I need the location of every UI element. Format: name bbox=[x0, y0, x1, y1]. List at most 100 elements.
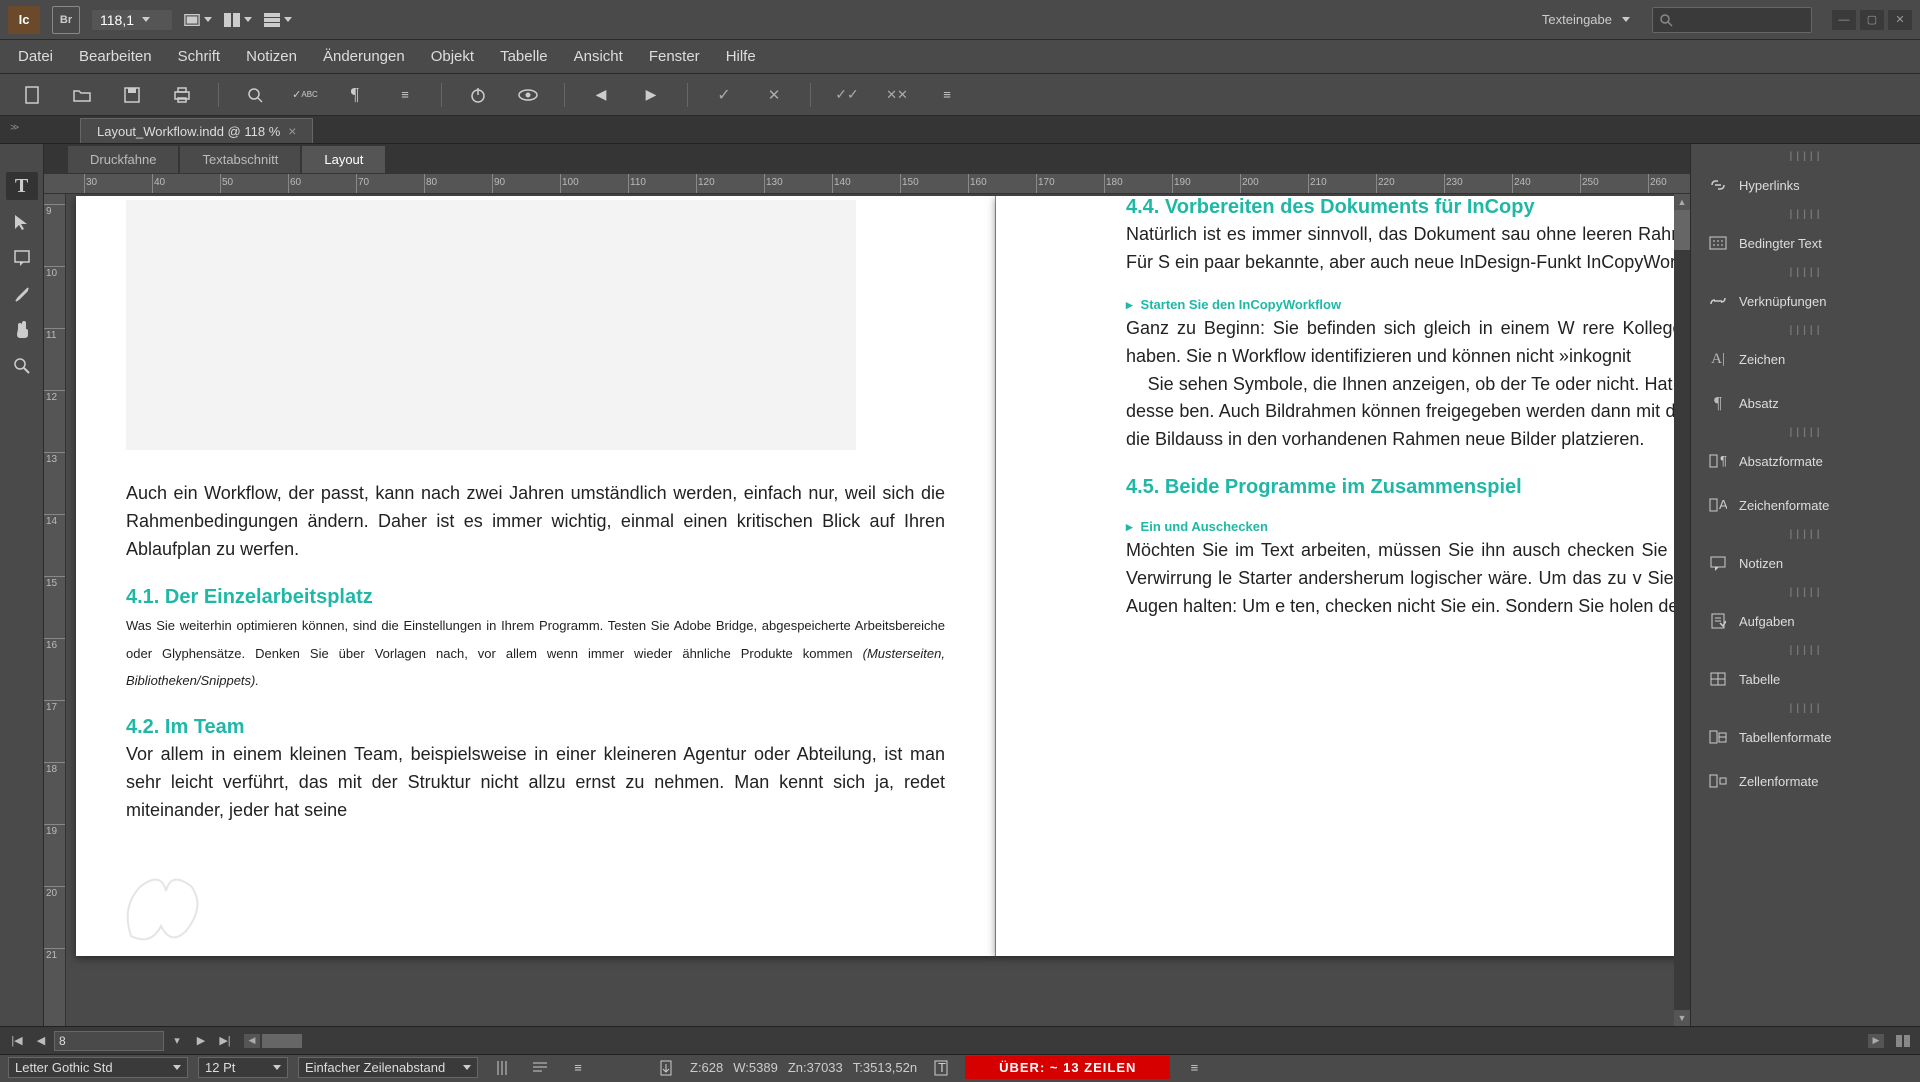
panel-grip-icon[interactable]: ┃┃┃┃┃ bbox=[1691, 588, 1920, 596]
page-number-input[interactable] bbox=[54, 1031, 164, 1051]
menu-schrift[interactable]: Schrift bbox=[166, 42, 233, 71]
panel-hyperlinks[interactable]: Hyperlinks bbox=[1691, 166, 1920, 204]
align-icon[interactable] bbox=[526, 1054, 554, 1082]
menu-hilfe[interactable]: Hilfe bbox=[714, 42, 768, 71]
menu-fenster[interactable]: Fenster bbox=[637, 42, 712, 71]
subheading[interactable]: ▸Ein und Auschecken bbox=[1126, 515, 1690, 537]
leading-select[interactable]: Einfacher Zeilenabstand bbox=[298, 1057, 478, 1078]
scroll-up-icon[interactable]: ▲ bbox=[1674, 194, 1690, 210]
body-text[interactable]: Ganz zu Beginn: Sie befinden sich gleich… bbox=[1126, 315, 1690, 371]
scrollbar-thumb[interactable] bbox=[262, 1034, 302, 1048]
close-button[interactable]: ✕ bbox=[1888, 10, 1912, 30]
heading-4-5[interactable]: 4.5. Beide Programme im Zusammenspiel bbox=[1126, 476, 1690, 499]
panel-character-styles[interactable]: AZeichenformate bbox=[1691, 486, 1920, 524]
body-text[interactable]: Vor allem in einem kleinen Team, beispie… bbox=[126, 741, 945, 825]
body-text[interactable]: Was Sie weiterhin optimieren können, sin… bbox=[126, 611, 945, 695]
panel-grip-icon[interactable]: ┃┃┃┃┃ bbox=[1691, 428, 1920, 436]
search-input[interactable] bbox=[1652, 7, 1812, 33]
panel-grip-icon[interactable]: ┃┃┃┃┃ bbox=[1691, 646, 1920, 654]
bridge-icon[interactable]: Br bbox=[52, 6, 80, 34]
minimize-button[interactable]: — bbox=[1832, 10, 1856, 30]
menu-tabelle[interactable]: Tabelle bbox=[488, 42, 560, 71]
scrollbar-thumb[interactable] bbox=[1674, 210, 1690, 250]
position-tool[interactable] bbox=[6, 208, 38, 236]
menu-ansicht[interactable]: Ansicht bbox=[562, 42, 635, 71]
hand-tool[interactable] bbox=[6, 316, 38, 344]
panel-grip-icon[interactable]: ┃┃┃┃┃ bbox=[1691, 268, 1920, 276]
panel-paragraph-styles[interactable]: ¶Absatzformate bbox=[1691, 442, 1920, 480]
new-icon[interactable] bbox=[18, 81, 46, 109]
page-dropdown-button[interactable]: ▾ bbox=[166, 1031, 188, 1051]
next-page-button[interactable]: ▶ bbox=[190, 1031, 212, 1051]
font-size-select[interactable]: 12 Pt bbox=[198, 1057, 288, 1078]
panel-grip-icon[interactable]: ≫ bbox=[10, 122, 19, 133]
menu-objekt[interactable]: Objekt bbox=[419, 42, 486, 71]
copyfit-icon[interactable] bbox=[652, 1054, 680, 1082]
note-tool[interactable] bbox=[6, 244, 38, 272]
zoom-level[interactable]: 118,1 bbox=[92, 10, 172, 30]
panel-grip-icon[interactable]: ┃┃┃┃┃ bbox=[1691, 704, 1920, 712]
prev-change-icon[interactable]: ◀ bbox=[587, 81, 615, 109]
spellcheck-icon[interactable]: ✓ABC bbox=[291, 81, 319, 109]
menu-bearbeiten[interactable]: Bearbeiten bbox=[67, 42, 164, 71]
menu-flyout-icon[interactable]: ≡ bbox=[933, 81, 961, 109]
save-icon[interactable] bbox=[118, 81, 146, 109]
fit-icon[interactable]: T bbox=[927, 1054, 955, 1082]
heading-4-1[interactable]: 4.1. Der Einzelarbeitsplatz bbox=[126, 586, 945, 609]
columns-icon[interactable] bbox=[488, 1054, 516, 1082]
scroll-down-icon[interactable]: ▼ bbox=[1674, 1010, 1690, 1026]
view-options-icon[interactable] bbox=[264, 6, 292, 34]
power-icon[interactable] bbox=[464, 81, 492, 109]
zoom-tool[interactable] bbox=[6, 352, 38, 380]
flyout-icon[interactable]: ≡ bbox=[564, 1054, 592, 1082]
eyedropper-tool[interactable] bbox=[6, 280, 38, 308]
scroll-right-icon[interactable]: ▶ bbox=[1868, 1034, 1884, 1048]
accept-change-icon[interactable]: ✓ bbox=[710, 81, 738, 109]
maximize-button[interactable]: ▢ bbox=[1860, 10, 1884, 30]
reject-change-icon[interactable]: ✕ bbox=[760, 81, 788, 109]
panel-links[interactable]: Verknüpfungen bbox=[1691, 282, 1920, 320]
body-text[interactable]: Möchten Sie im Text arbeiten, müssen Sie… bbox=[1126, 537, 1690, 621]
panel-grip-icon[interactable]: ┃┃┃┃┃ bbox=[1691, 530, 1920, 538]
print-icon[interactable] bbox=[168, 81, 196, 109]
body-text[interactable]: Sie sehen Symbole, die Ihnen anzeigen, o… bbox=[1126, 371, 1690, 455]
heading-4-2[interactable]: 4.2. Im Team bbox=[126, 716, 945, 739]
subheading[interactable]: ▸Starten Sie den InCopyWorkflow bbox=[1126, 293, 1690, 315]
vertical-scrollbar[interactable]: ▲ ▼ bbox=[1674, 194, 1690, 1026]
accept-all-icon[interactable]: ✓✓ bbox=[833, 81, 861, 109]
menu-flyout-icon[interactable]: ≡ bbox=[391, 81, 419, 109]
workspace-switcher[interactable]: Texteingabe bbox=[1532, 8, 1640, 31]
preview-icon[interactable] bbox=[514, 81, 542, 109]
tab-druckfahne[interactable]: Druckfahne bbox=[68, 146, 178, 173]
open-icon[interactable] bbox=[68, 81, 96, 109]
reject-all-icon[interactable]: ✕✕ bbox=[883, 81, 911, 109]
horizontal-ruler[interactable]: 3040506070809010011012013014015016017018… bbox=[44, 174, 1690, 194]
horizontal-scrollbar[interactable]: ◀ ▶ bbox=[244, 1034, 1884, 1048]
panel-assignments[interactable]: Aufgaben bbox=[1691, 602, 1920, 640]
split-view-icon[interactable] bbox=[1892, 1031, 1914, 1051]
body-text[interactable]: Auch ein Workflow, der passt, kann nach … bbox=[126, 480, 945, 564]
page-canvas[interactable]: Auch ein Workflow, der passt, kann nach … bbox=[66, 194, 1690, 1026]
panel-notes[interactable]: Notizen bbox=[1691, 544, 1920, 582]
font-family-select[interactable]: Letter Gothic Std bbox=[8, 1057, 188, 1078]
flyout-icon[interactable]: ≡ bbox=[1180, 1054, 1208, 1082]
document-tab[interactable]: Layout_Workflow.indd @ 118 % × bbox=[80, 118, 313, 143]
panel-cell-styles[interactable]: Zellenformate bbox=[1691, 762, 1920, 800]
type-tool[interactable]: T bbox=[6, 172, 38, 200]
panel-table[interactable]: Tabelle bbox=[1691, 660, 1920, 698]
menu-datei[interactable]: Datei bbox=[6, 42, 65, 71]
menu-aenderungen[interactable]: Änderungen bbox=[311, 42, 417, 71]
tab-layout[interactable]: Layout bbox=[302, 146, 385, 173]
scroll-left-icon[interactable]: ◀ bbox=[244, 1034, 260, 1048]
panel-grip-icon[interactable]: ┃┃┃┃┃ bbox=[1691, 152, 1920, 160]
prev-page-button[interactable]: ◀ bbox=[30, 1031, 52, 1051]
panel-character[interactable]: A|Zeichen bbox=[1691, 340, 1920, 378]
find-icon[interactable] bbox=[241, 81, 269, 109]
hidden-chars-icon[interactable]: ¶ bbox=[341, 81, 369, 109]
next-change-icon[interactable]: ▶ bbox=[637, 81, 665, 109]
tab-textabschnitt[interactable]: Textabschnitt bbox=[180, 146, 300, 173]
panel-grip-icon[interactable]: ┃┃┃┃┃ bbox=[1691, 210, 1920, 218]
panel-conditional-text[interactable]: Bedingter Text bbox=[1691, 224, 1920, 262]
menu-notizen[interactable]: Notizen bbox=[234, 42, 309, 71]
heading-4-4[interactable]: 4.4. Vorbereiten des Dokuments für InCop… bbox=[1126, 196, 1690, 219]
